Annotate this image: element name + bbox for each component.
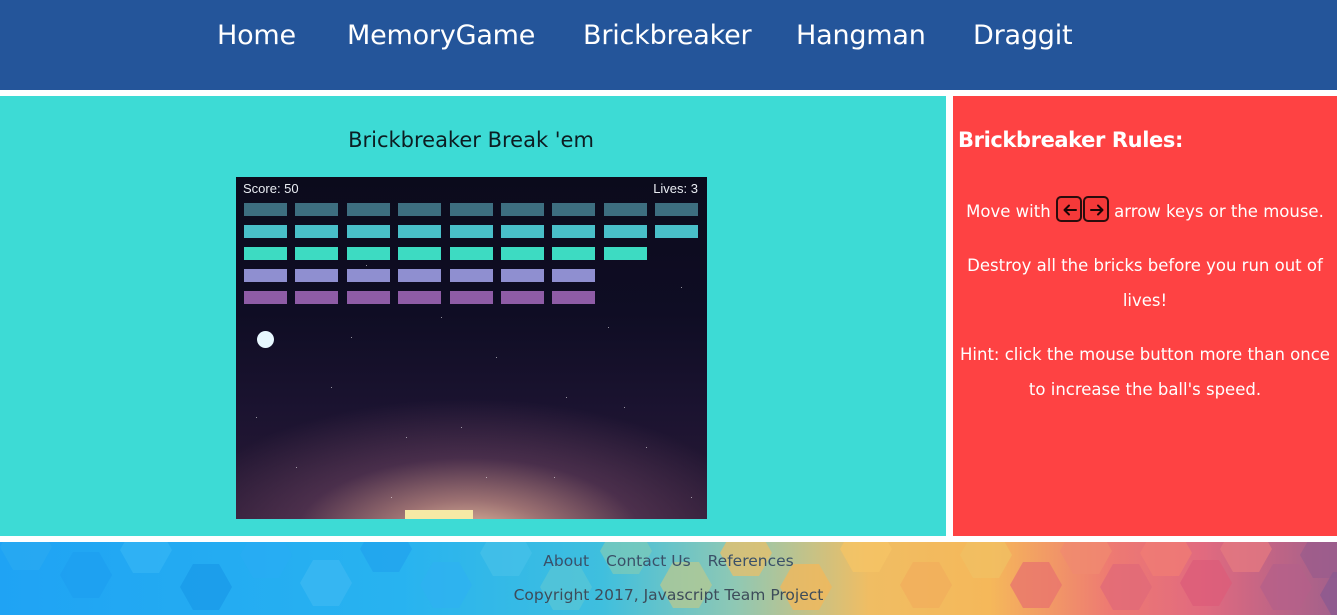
brick	[501, 269, 544, 282]
brick	[295, 225, 338, 238]
nav-item-draggit[interactable]: Draggit	[973, 16, 1073, 56]
brick	[655, 203, 698, 216]
footer-link-contact-us[interactable]: Contact Us	[606, 552, 691, 570]
star-decoration	[608, 327, 609, 328]
brick	[450, 269, 493, 282]
brick	[347, 247, 390, 260]
brick	[347, 269, 390, 282]
brick	[552, 269, 595, 282]
brick	[501, 203, 544, 216]
footer-link-references[interactable]: References	[708, 552, 794, 570]
nav-item-memorygame[interactable]: MemoryGame	[347, 16, 535, 56]
footer-link-about[interactable]: About	[543, 552, 589, 570]
brick	[450, 291, 493, 304]
brick	[295, 247, 338, 260]
brick	[347, 225, 390, 238]
star-decoration	[554, 477, 555, 478]
game-canvas[interactable]: Score: 50 Lives: 3	[236, 177, 707, 519]
brick	[244, 203, 287, 216]
footer: About Contact Us References Copyright 20…	[0, 542, 1337, 615]
rules-destroy-line-1: Destroy all the bricks before you run ou…	[967, 256, 1323, 275]
brick	[450, 247, 493, 260]
star-decoration	[351, 337, 352, 338]
star-decoration	[624, 407, 625, 408]
brick	[295, 203, 338, 216]
brick	[655, 225, 698, 238]
nav-item-hangman[interactable]: Hangman	[796, 16, 926, 56]
star-decoration	[496, 357, 497, 358]
brick	[552, 291, 595, 304]
star-decoration	[406, 437, 407, 438]
brick	[552, 225, 595, 238]
brick	[604, 203, 647, 216]
left-arrow-key-icon	[1055, 195, 1082, 222]
ball	[257, 331, 274, 348]
rules-hint-line-1: Hint: click the mouse button more than o…	[960, 345, 1330, 364]
nav-item-brickbreaker[interactable]: Brickbreaker	[583, 16, 752, 56]
brick	[347, 203, 390, 216]
brick	[501, 247, 544, 260]
brick	[552, 203, 595, 216]
right-arrow-key-icon	[1082, 195, 1109, 222]
game-title: Brickbreaker Break 'em	[348, 128, 594, 152]
star-decoration	[391, 497, 392, 498]
rules-destroy-line-2: lives!	[1122, 291, 1168, 310]
nav-item-home[interactable]: Home	[217, 16, 296, 56]
brick	[501, 291, 544, 304]
star-decoration	[331, 387, 332, 388]
star-decoration	[296, 467, 297, 468]
rules-panel: Brickbreaker Rules: Move with arrow keys…	[953, 96, 1337, 536]
footer-links: About Contact Us References	[0, 550, 1337, 572]
brick	[450, 225, 493, 238]
star-decoration	[461, 427, 462, 428]
brick	[501, 225, 544, 238]
star-decoration	[646, 447, 647, 448]
star-decoration	[441, 317, 442, 318]
brick	[347, 291, 390, 304]
rules-hint-line-2: to increase the ball's speed.	[1028, 380, 1262, 399]
brick	[244, 269, 287, 282]
brick	[604, 225, 647, 238]
rules-move-line: Move with arrow keys or the mouse.	[953, 194, 1337, 229]
brick	[398, 225, 441, 238]
brick	[398, 291, 441, 304]
brick	[604, 247, 647, 260]
star-decoration	[691, 497, 692, 498]
rules-move-suffix: arrow keys or the mouse.	[1114, 202, 1324, 221]
brick	[244, 247, 287, 260]
brick	[398, 247, 441, 260]
brick	[244, 225, 287, 238]
brick	[295, 269, 338, 282]
rules-title: Brickbreaker Rules:	[958, 128, 1183, 152]
paddle[interactable]	[405, 510, 473, 519]
top-nav: Home MemoryGame Brickbreaker Hangman Dra…	[0, 0, 1337, 90]
star-decoration	[366, 265, 367, 266]
brick	[450, 203, 493, 216]
score-display: Score: 50	[243, 181, 299, 196]
rules-move-prefix: Move with	[966, 202, 1051, 221]
star-decoration	[256, 417, 257, 418]
brick	[244, 291, 287, 304]
brick	[398, 203, 441, 216]
brick	[398, 269, 441, 282]
brick	[552, 247, 595, 260]
brick	[295, 291, 338, 304]
star-decoration	[566, 397, 567, 398]
lives-display: Lives: 3	[653, 181, 698, 196]
star-decoration	[486, 477, 487, 478]
copyright: Copyright 2017, Javascript Team Project	[513, 586, 824, 604]
star-decoration	[681, 287, 682, 288]
